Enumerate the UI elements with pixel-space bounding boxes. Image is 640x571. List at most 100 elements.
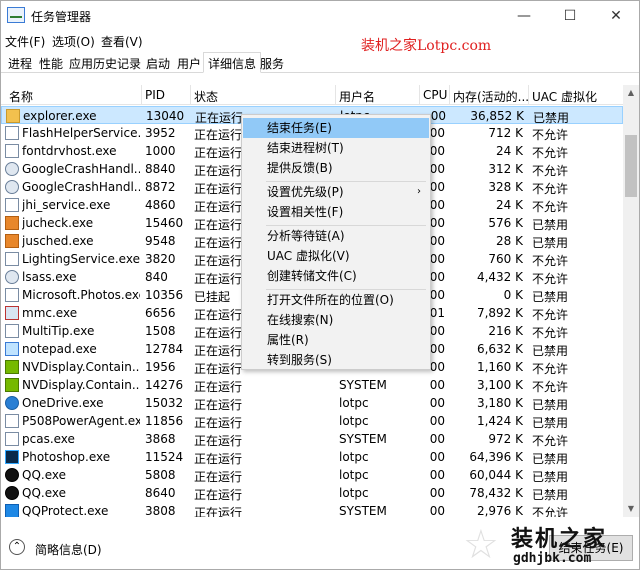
tab-users[interactable]: 用户 — [172, 52, 206, 73]
table-row[interactable]: P508PowerAgent.exe 11856 正在运行 lotpc 00 1,424 … — [1, 412, 623, 430]
process-pid: 5808 — [145, 468, 176, 482]
process-username: lotpc — [339, 468, 369, 482]
scroll-up-arrow[interactable]: ▲ — [623, 85, 639, 101]
app-icon — [5, 144, 19, 158]
photo-icon — [5, 288, 19, 302]
star-icon: ☆ — [463, 522, 499, 568]
minimize-button[interactable]: — — [501, 1, 547, 31]
process-pid: 4860 — [145, 198, 176, 212]
table-row[interactable]: QQ.exe 5808 正在运行 lotpc 00 60,044 K 已禁用 — [1, 466, 623, 484]
process-pid: 3868 — [145, 432, 176, 446]
process-cpu: 00 — [429, 450, 445, 464]
process-memory: 24 K — [496, 144, 523, 158]
process-memory: 3,100 K — [476, 378, 523, 392]
column-header-username[interactable]: 用户名 — [339, 88, 375, 105]
process-username: lotpc — [339, 450, 369, 464]
column-divider[interactable] — [190, 85, 191, 105]
process-name: explorer.exe — [23, 109, 97, 123]
column-divider[interactable] — [141, 85, 142, 105]
menu-item-properties[interactable]: 属性(R) — [243, 330, 429, 350]
column-header-cpu[interactable]: CPU — [423, 88, 447, 102]
app-icon — [5, 324, 19, 338]
process-memory: 36,852 K — [470, 109, 524, 123]
tab-details[interactable]: 详细信息 — [203, 52, 262, 73]
menu-item-end-process-tree[interactable]: 结束进程树(T) — [243, 138, 429, 158]
process-name: NVDisplay.Contain... — [22, 360, 140, 374]
maximize-button[interactable]: ☐ — [547, 1, 593, 31]
menu-file[interactable]: 文件(F) — [5, 33, 45, 50]
table-row[interactable]: pcas.exe 3868 正在运行 SYSTEM 00 972 K 不允许 — [1, 430, 623, 448]
column-divider[interactable] — [528, 85, 529, 105]
process-status: 正在运行 — [194, 452, 243, 466]
process-uac: 已禁用 — [532, 452, 569, 466]
tab-services[interactable]: 服务 — [255, 52, 289, 73]
process-status: 正在运行 — [194, 434, 243, 448]
scroll-thumb[interactable] — [625, 135, 637, 197]
menu-view[interactable]: 查看(V) — [101, 33, 143, 50]
process-memory: 3,180 K — [476, 396, 523, 410]
process-memory: 78,432 K — [469, 486, 523, 500]
menu-item-set-affinity[interactable]: 设置相关性(F) — [243, 202, 429, 222]
process-cpu: 00 — [429, 468, 445, 482]
tab-performance[interactable]: 性能 — [34, 52, 68, 73]
process-uac: 不允许 — [532, 128, 569, 142]
column-divider[interactable] — [335, 85, 336, 105]
vertical-scrollbar[interactable]: ▲ ▼ — [623, 85, 639, 517]
process-uac: 已禁用 — [532, 470, 569, 484]
folder-icon — [6, 109, 20, 123]
fewer-details-link[interactable]: 简略信息(D) — [35, 541, 102, 558]
notepad-icon — [5, 342, 19, 356]
menu-item-open-file-location[interactable]: 打开文件所在的位置(O) — [243, 290, 429, 310]
app-icon — [5, 198, 19, 212]
process-memory: 2,976 K — [476, 504, 523, 517]
menu-item-end-task[interactable]: 结束任务(E) — [243, 118, 429, 138]
process-pid: 3808 — [145, 504, 176, 517]
chevron-up-icon[interactable]: ⌃ — [9, 539, 25, 555]
column-header-uac[interactable]: UAC 虚拟化 — [532, 88, 597, 105]
title-bar[interactable]: 任务管理器 — ☐ ✕ — [1, 1, 639, 31]
task-manager-window: 任务管理器 — ☐ ✕ 文件(F) 选项(O) 查看(V) 装机之家Lotpc.… — [0, 0, 640, 570]
process-pid: 3820 — [145, 252, 176, 266]
table-row[interactable]: OneDrive.exe 15032 正在运行 lotpc 00 3,180 K 已禁用 — [1, 394, 623, 412]
menu-item-go-to-services[interactable]: 转到服务(S) — [243, 350, 429, 370]
process-uac: 不允许 — [532, 146, 569, 160]
menu-options[interactable]: 选项(O) — [52, 33, 95, 50]
process-pid: 11524 — [145, 450, 184, 464]
process-uac: 不允许 — [532, 200, 569, 214]
qq-icon — [5, 468, 19, 482]
menu-item-create-dump[interactable]: 创建转储文件(C) — [243, 266, 429, 286]
process-pid: 8640 — [145, 486, 176, 500]
column-header-memory[interactable]: 内存(活动的... — [453, 88, 529, 105]
table-row[interactable]: Photoshop.exe 11524 正在运行 lotpc 00 64,396 K 已禁用 — [1, 448, 623, 466]
process-name: jhi_service.exe — [22, 198, 111, 212]
process-pid: 1956 — [145, 360, 176, 374]
tab-app-history[interactable]: 应用历史记录 — [64, 52, 146, 73]
table-row[interactable]: QQ.exe 8640 正在运行 lotpc 00 78,432 K 已禁用 — [1, 484, 623, 502]
column-header-name[interactable]: 名称 — [9, 88, 33, 105]
process-memory: 576 K — [488, 216, 523, 230]
scroll-down-arrow[interactable]: ▼ — [623, 501, 639, 517]
process-name: Photoshop.exe — [22, 450, 111, 464]
process-pid: 840 — [145, 270, 168, 284]
table-row[interactable]: QQProtect.exe 3808 正在运行 SYSTEM 00 2,976 K 不允许 — [1, 502, 623, 517]
watermark-bottom-url: gdhjbk.com — [513, 551, 592, 566]
menu-item-feedback[interactable]: 提供反馈(B) — [243, 158, 429, 178]
menu-item-uac-virtualization[interactable]: UAC 虚拟化(V) — [243, 246, 429, 266]
close-button[interactable]: ✕ — [593, 1, 639, 31]
tab-processes[interactable]: 进程 — [3, 52, 37, 73]
process-username: SYSTEM — [339, 432, 387, 446]
process-name: QQ.exe — [22, 468, 66, 482]
context-menu: 结束任务(E) 结束进程树(T) 提供反馈(B) 设置优先级(P) › 设置相关性… — [241, 114, 431, 370]
process-uac: 已禁用 — [532, 236, 569, 250]
column-divider[interactable] — [449, 85, 450, 105]
menu-item-analyze-wait-chain[interactable]: 分析等待链(A) — [243, 226, 429, 246]
menu-item-search-online[interactable]: 在线搜索(N) — [243, 310, 429, 330]
menu-item-set-priority[interactable]: 设置优先级(P) › — [243, 182, 429, 202]
table-row[interactable]: NVDisplay.Contain... 14276 正在运行 SYSTEM 00 3,1… — [1, 376, 623, 394]
column-header-pid[interactable]: PID — [145, 88, 165, 102]
column-divider[interactable] — [419, 85, 420, 105]
tab-startup[interactable]: 启动 — [141, 52, 175, 73]
column-header-status[interactable]: 状态 — [194, 88, 218, 105]
process-memory: 328 K — [488, 180, 523, 194]
process-memory: 760 K — [488, 252, 523, 266]
